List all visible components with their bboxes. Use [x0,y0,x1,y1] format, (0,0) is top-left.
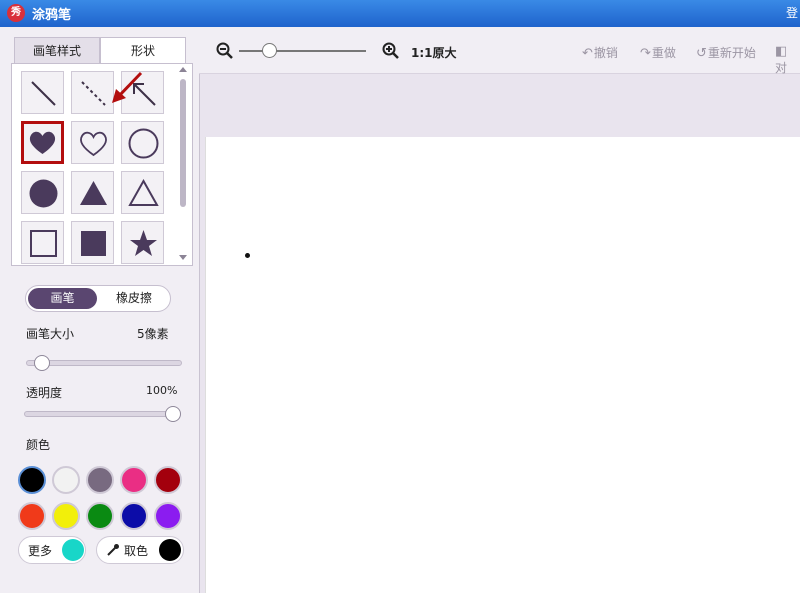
square-outline-icon [30,230,57,257]
picked-color-swatch [159,539,181,561]
compare-icon: ◧ [775,44,788,59]
shape-square-filled[interactable] [71,221,114,264]
shape-triangle-filled[interactable] [71,171,114,214]
color-label: 颜色 [26,438,51,452]
shape-circle-outline[interactable] [121,121,164,164]
heart-filled-icon [29,131,56,154]
color-picker-label: 取色 [124,544,149,558]
shape-circle-filled[interactable] [21,171,64,214]
scroll-thumb[interactable] [180,79,186,207]
square-filled-icon [81,231,106,256]
color-swatch[interactable] [86,466,114,494]
shape-scrollbar[interactable] [178,67,188,260]
star-filled-icon [130,230,157,256]
color-swatch[interactable] [120,502,148,530]
panel-tabs: 画笔样式 形状 [14,37,186,64]
shape-triangle-outline[interactable] [121,171,164,214]
circle-filled-icon [29,179,58,208]
circle-outline-icon [128,128,159,159]
zoom-slider[interactable] [239,50,366,52]
shape-line[interactable] [21,71,64,114]
color-swatch[interactable] [18,466,46,494]
brush-size-label: 画笔大小 [26,327,75,341]
triangle-filled-icon [80,181,107,205]
window-title: 涂鸦笔 [32,8,72,23]
color-swatch[interactable] [154,466,182,494]
top-toolbar: 1:1原大 ↶撤销 ↷重做 ↺重新开始 ◧对 [199,27,800,76]
opacity-value: 100% [146,384,178,397]
opacity-label: 透明度 [26,386,63,400]
opacity-knob[interactable] [165,406,181,422]
tab-brush-style[interactable]: 画笔样式 [14,37,100,64]
tab-shape[interactable]: 形状 [100,37,186,64]
color-swatch[interactable] [52,502,80,530]
color-swatch[interactable] [120,466,148,494]
app-logo-icon: 秀 [7,4,25,22]
zoom-in-icon[interactable] [382,42,400,60]
restart-label: 重新开始 [707,46,756,60]
scroll-down-icon[interactable] [179,255,187,260]
more-colors-button[interactable]: 更多 [18,536,86,564]
color-picker-button[interactable]: 取色 [96,536,184,564]
redo-label: 重做 [651,46,676,60]
color-swatch[interactable] [52,466,80,494]
triangle-outline-icon [128,178,159,206]
more-colors-swatch [62,539,84,561]
color-swatch[interactable] [154,502,182,530]
color-swatch[interactable] [18,502,46,530]
undo-label: 撤销 [593,46,618,60]
compare-button[interactable]: ◧对 [775,44,800,76]
canvas-brush-dot [245,253,250,258]
mode-toggle: 画笔 橡皮擦 [25,285,171,312]
drawing-canvas[interactable] [205,137,800,593]
compare-label: 对 [775,61,788,75]
restart-icon: ↺ [696,46,707,61]
brush-size-knob[interactable] [34,355,50,371]
more-colors-label: 更多 [28,544,53,558]
brush-size-slider[interactable] [26,355,182,371]
restart-button[interactable]: ↺重新开始 [696,44,756,61]
shape-heart-filled[interactable] [21,121,64,164]
title-bar: 秀 涂鸦笔 登 [0,0,800,27]
login-link[interactable]: 登 [786,4,798,21]
shape-star-filled[interactable] [121,221,164,264]
line-icon [31,81,56,106]
left-panel: 画笔样式 形状 画笔 橡皮擦 画笔大小 5像素 透明度 100% 颜色 更多 取… [0,27,200,593]
shape-square-outline[interactable] [21,221,64,264]
zoom-out-icon[interactable] [216,42,234,60]
heart-outline-icon [80,131,107,157]
brush-mode-button[interactable]: 画笔 [28,288,97,309]
scroll-up-icon[interactable] [179,67,187,72]
redo-icon: ↷ [640,46,651,61]
shape-heart-outline[interactable] [71,121,114,164]
brush-size-value: 5像素 [137,327,169,341]
shape-panel [11,63,193,266]
color-swatch[interactable] [86,502,114,530]
redo-button[interactable]: ↷重做 [640,44,676,61]
zoom-label[interactable]: 1:1原大 [411,44,457,61]
red-arrow-annotation-icon [112,71,143,103]
zoom-knob[interactable] [262,43,277,58]
opacity-slider[interactable] [24,406,181,422]
eyedropper-icon [107,544,119,556]
undo-icon: ↶ [582,46,593,61]
undo-button[interactable]: ↶撤销 [582,44,618,61]
eraser-mode-button[interactable]: 橡皮擦 [101,288,167,309]
